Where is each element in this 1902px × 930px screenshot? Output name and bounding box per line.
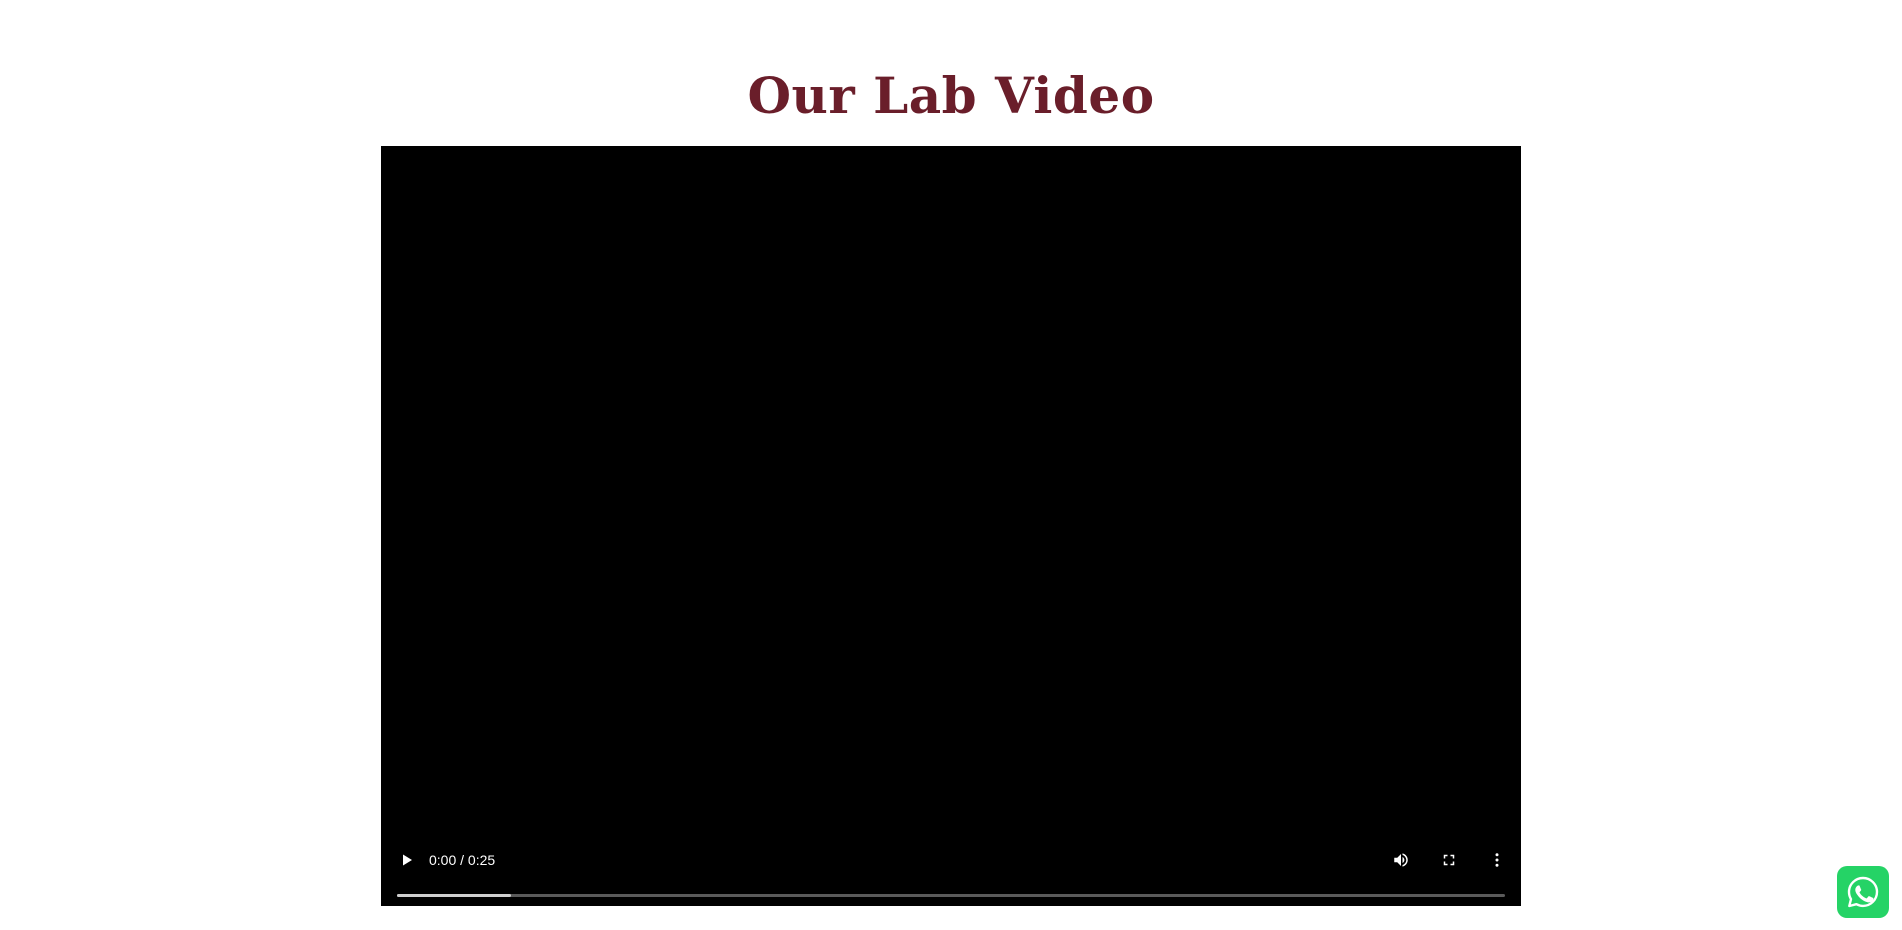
volume-icon (1394, 853, 1408, 867)
more-options-button[interactable] (1483, 846, 1511, 874)
play-icon (403, 854, 412, 866)
fullscreen-button[interactable] (1435, 846, 1463, 874)
progress-bar[interactable] (397, 894, 1505, 897)
video-controls: 0:00 / 0:25 (381, 836, 1521, 906)
volume-button[interactable] (1387, 846, 1415, 874)
play-button[interactable] (393, 846, 421, 874)
progress-buffered (397, 894, 512, 897)
time-display: 0:00 / 0:25 (429, 852, 496, 868)
page: Our Lab Video 0:00 / 0:25 (0, 0, 1902, 930)
video-player[interactable]: 0:00 / 0:25 (381, 146, 1521, 906)
page-title: Our Lab Video (747, 66, 1155, 125)
whatsapp-icon (1847, 876, 1879, 908)
fullscreen-icon (1443, 854, 1455, 866)
more-vertical-icon (1495, 853, 1499, 867)
whatsapp-button[interactable] (1837, 866, 1889, 918)
